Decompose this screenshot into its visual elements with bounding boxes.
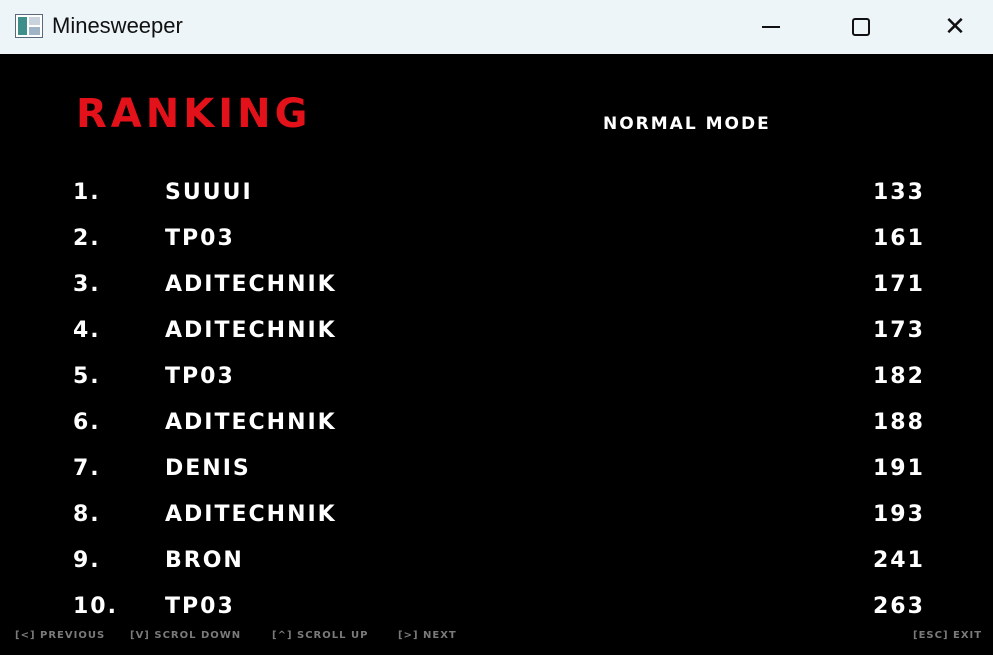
rank-number: 2. [73,226,101,251]
minimize-icon [762,26,780,28]
player-score: 182 [873,364,925,389]
title-bar[interactable]: Minesweeper ✕ [0,0,993,54]
player-name: ADITECHNIK [165,272,337,297]
ranking-row: 10. TP03 263 [3,586,990,626]
player-name: BRON [165,548,244,573]
rank-number: 8. [73,502,101,527]
player-score: 171 [873,272,925,297]
player-score: 173 [873,318,925,343]
player-score: 263 [873,594,925,619]
ranking-row: 7. DENIS 191 [3,448,990,488]
ranking-row: 5. TP03 182 [3,356,990,396]
player-score: 241 [873,548,925,573]
player-name: TP03 [165,364,235,389]
ranking-row: 3. ADITECHNIK 171 [3,264,990,304]
rank-number: 9. [73,548,101,573]
player-name: DENIS [165,456,251,481]
ranking-row: 8. ADITECHNIK 193 [3,494,990,534]
rank-number: 3. [73,272,101,297]
exit-hint: [ESC] EXIT [913,630,983,641]
ranking-screen: RANKING NORMAL MODE 1. SUUUI 133 2. TP03… [3,54,990,655]
ranking-row: 2. TP03 161 [3,218,990,258]
rank-number: 10. [73,594,118,619]
rank-number: 6. [73,410,101,435]
player-score: 191 [873,456,925,481]
minesweeper-app-icon [15,14,43,38]
rank-number: 4. [73,318,101,343]
close-icon: ✕ [944,12,966,42]
minimize-button[interactable] [748,0,794,54]
player-score: 188 [873,410,925,435]
ranking-row: 1. SUUUI 133 [3,172,990,212]
player-name: TP03 [165,226,235,251]
mode-label: NORMAL MODE [603,114,771,134]
ranking-row: 6. ADITECHNIK 188 [3,402,990,442]
player-name: ADITECHNIK [165,410,337,435]
previous-hint: [<] PREVIOUS [15,630,106,641]
player-name: TP03 [165,594,235,619]
scroll-down-hint: [V] SCROL DOWN [130,630,242,641]
rank-number: 1. [73,180,101,205]
close-button[interactable]: ✕ [932,0,978,54]
player-name: ADITECHNIK [165,502,337,527]
player-score: 133 [873,180,925,205]
player-score: 161 [873,226,925,251]
ranking-heading: RANKING [76,91,312,137]
player-score: 193 [873,502,925,527]
rank-number: 5. [73,364,101,389]
player-name: ADITECHNIK [165,318,337,343]
next-hint: [>] NEXT [398,630,457,641]
window-title: Minesweeper [52,13,183,38]
ranking-row: 4. ADITECHNIK 173 [3,310,990,350]
maximize-button[interactable] [838,0,884,54]
app-window: Minesweeper ✕ RANKING NORMAL MODE 1. SUU… [0,0,993,655]
maximize-icon [852,18,870,36]
rank-number: 7. [73,456,101,481]
scroll-up-hint: [^] SCROLL UP [272,630,369,641]
ranking-row: 9. BRON 241 [3,540,990,580]
player-name: SUUUI [165,180,253,205]
